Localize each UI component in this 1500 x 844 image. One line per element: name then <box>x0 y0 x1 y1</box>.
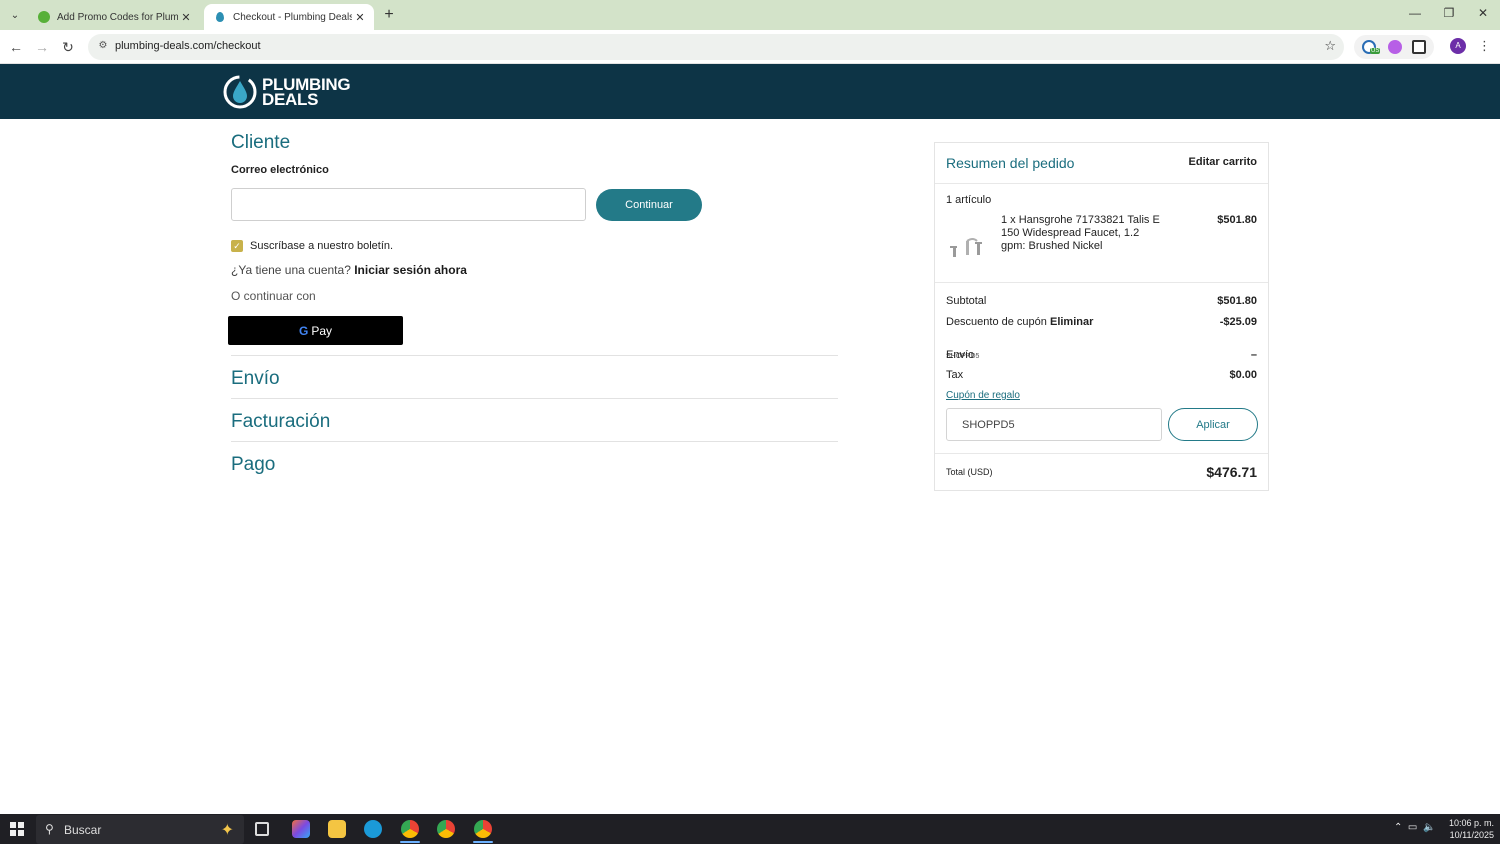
site-info-icon[interactable]: ⚙ <box>96 39 110 53</box>
tab-checkout[interactable]: Checkout - Plumbing Deals ✕ <box>204 4 374 30</box>
apply-coupon-button[interactable]: Aplicar <box>1168 408 1258 441</box>
clock-date: 10/11/2025 <box>1449 830 1494 840</box>
tab-search-chevron-icon[interactable]: ⌄ <box>5 5 25 25</box>
chrome-icon[interactable] <box>437 820 455 838</box>
chrome-icon[interactable] <box>474 820 492 838</box>
tax-value: $0.00 <box>1229 369 1257 381</box>
email-field[interactable] <box>231 188 586 221</box>
payment-section-title[interactable]: Pago <box>231 454 275 476</box>
summary-divider <box>935 183 1268 184</box>
total-label: Total (USD) <box>946 467 993 477</box>
discount-value: -$25.09 <box>1219 316 1257 328</box>
active-app-indicator <box>400 841 420 843</box>
section-divider <box>231 441 838 442</box>
product-name: 1 x Hansgrohe 71733821 Talis E 150 Wides… <box>1001 214 1160 252</box>
coupon-field[interactable] <box>946 408 1162 441</box>
system-tray-icons[interactable]: ⌃ ▭ 🔈 <box>1394 822 1435 833</box>
billing-section-title[interactable]: Facturación <box>231 411 330 433</box>
minimize-icon[interactable]: — <box>1406 6 1424 20</box>
order-summary: Resumen del pedido Editar carrito 1 artí… <box>934 142 1269 491</box>
profile-avatar[interactable]: A <box>1450 38 1466 54</box>
tab-close-icon[interactable]: ✕ <box>352 11 368 24</box>
browser-toolbar: ← → ↻ ⚙ plumbing-deals.com/checkout ☆ US… <box>0 30 1500 64</box>
sign-in-link[interactable]: Iniciar sesión ahora <box>354 263 467 277</box>
edit-cart-link[interactable]: Editar carrito <box>1189 156 1257 168</box>
url-text[interactable]: plumbing-deals.com/checkout <box>115 40 261 52</box>
or-continue-text: O continuar con <box>231 289 316 303</box>
reload-icon[interactable]: ↻ <box>59 38 77 56</box>
remove-discount-link[interactable]: Eliminar <box>1050 316 1093 328</box>
windows-taskbar: ⚲ Buscar ✦ ⌃ ▭ 🔈 10:06 p. m. 10/11/2025 <box>0 814 1500 844</box>
product-price: $501.80 <box>1217 214 1257 226</box>
plumbing-favicon-icon <box>216 12 224 22</box>
subtotal-label: Subtotal <box>946 295 987 307</box>
summary-title: Resumen del pedido <box>946 155 1075 171</box>
google-g-icon: G <box>298 323 309 338</box>
extensions-group: US <box>1354 35 1434 59</box>
close-window-icon[interactable]: ✕ <box>1474 6 1492 20</box>
section-divider <box>231 398 838 399</box>
tax-label: Tax <box>946 369 964 381</box>
taskbar-clock[interactable]: 10:06 p. m. 10/11/2025 <box>1446 817 1494 841</box>
copilot-app-icon[interactable] <box>292 820 310 838</box>
gift-coupon-link[interactable]: Cupón de regalo <box>946 390 1020 401</box>
gpay-label: Pay <box>311 323 333 338</box>
tax-row: Tax $0.00 <box>946 369 1257 381</box>
summary-divider <box>935 453 1268 454</box>
shipping-value: – <box>1250 349 1257 361</box>
file-explorer-icon[interactable] <box>328 820 346 838</box>
total-value: $476.71 <box>1206 464 1257 480</box>
clock-time: 10:06 p. m. <box>1448 818 1494 828</box>
copilot-sparkle-icon: ✦ <box>220 822 234 839</box>
account-question: ¿Ya tiene una cuenta? Iniciar sesión aho… <box>231 263 467 277</box>
section-divider <box>231 355 838 356</box>
ext-badge: US <box>1370 48 1381 54</box>
shipping-section-title[interactable]: Envío <box>231 368 280 390</box>
newsletter-label: Suscríbase a nuestro boletín. <box>250 240 394 252</box>
edge-browser-icon[interactable] <box>364 820 382 838</box>
checkout-main: Cliente Correo electrónico Continuar ✓ S… <box>0 119 1500 814</box>
customer-section-title: Cliente <box>231 132 291 153</box>
back-arrow-icon[interactable]: ← <box>7 38 25 56</box>
browser-tab-strip: ⌄ Add Promo Codes for Plumbing ✕ Checkou… <box>0 0 1500 30</box>
continue-button[interactable]: Continuar <box>596 189 702 221</box>
newsletter-checkbox[interactable]: ✓ <box>231 240 243 252</box>
taskbar-search[interactable]: ⚲ Buscar ✦ <box>36 815 244 844</box>
running-app-indicator <box>473 841 493 843</box>
email-label: Correo electrónico <box>231 164 329 176</box>
discount-row: Descuento de cupón Eliminar -$25.09 <box>946 316 1257 328</box>
summary-divider <box>935 282 1268 283</box>
logo-line2: DEALS <box>262 90 319 109</box>
account-question-text: ¿Ya tiene una cuenta? <box>231 263 351 277</box>
restore-icon[interactable]: ❐ <box>1440 6 1458 20</box>
tab-label: Checkout - Plumbing Deals <box>233 11 352 23</box>
tab-close-icon[interactable]: ✕ <box>178 11 194 24</box>
google-pay-button[interactable]: G Pay <box>228 316 403 345</box>
browser-menu-icon[interactable]: ⋮ <box>1478 38 1491 54</box>
tab-label: Add Promo Codes for Plumbing <box>57 11 178 23</box>
faucet-thumbnail <box>950 238 982 257</box>
purple-extension-icon[interactable] <box>1388 40 1402 54</box>
search-icon: ⚲ <box>45 822 54 836</box>
search-placeholder: Buscar <box>64 823 102 837</box>
chrome-icon[interactable] <box>401 820 419 838</box>
bookmark-star-icon[interactable]: ☆ <box>1324 38 1336 54</box>
task-view-icon[interactable] <box>255 822 269 836</box>
windows-start-icon[interactable] <box>10 822 24 836</box>
shipping-row: Envío – <box>946 349 1257 361</box>
subtotal-value: $501.80 <box>1217 295 1257 307</box>
address-bar[interactable]: ⚙ plumbing-deals.com/checkout ☆ <box>88 34 1344 60</box>
discount-label: Descuento de cupón <box>946 316 1047 328</box>
shipping-label: Envío <box>946 349 975 361</box>
plumbing-deals-logo[interactable]: PLUMBING DEALS <box>222 73 352 111</box>
subtotal-row: Subtotal $501.80 <box>946 295 1257 307</box>
tab-promo-codes[interactable]: Add Promo Codes for Plumbing ✕ <box>28 4 200 30</box>
site-header: PLUMBING DEALS <box>0 64 1500 119</box>
item-count: 1 artículo <box>946 194 992 206</box>
forward-arrow-icon[interactable]: → <box>33 38 51 56</box>
puzzle-extensions-icon[interactable] <box>1412 40 1426 54</box>
promo-favicon-icon <box>38 11 50 23</box>
new-tab-plus-icon[interactable]: + <box>380 6 398 24</box>
logo-drop-icon <box>223 75 257 109</box>
